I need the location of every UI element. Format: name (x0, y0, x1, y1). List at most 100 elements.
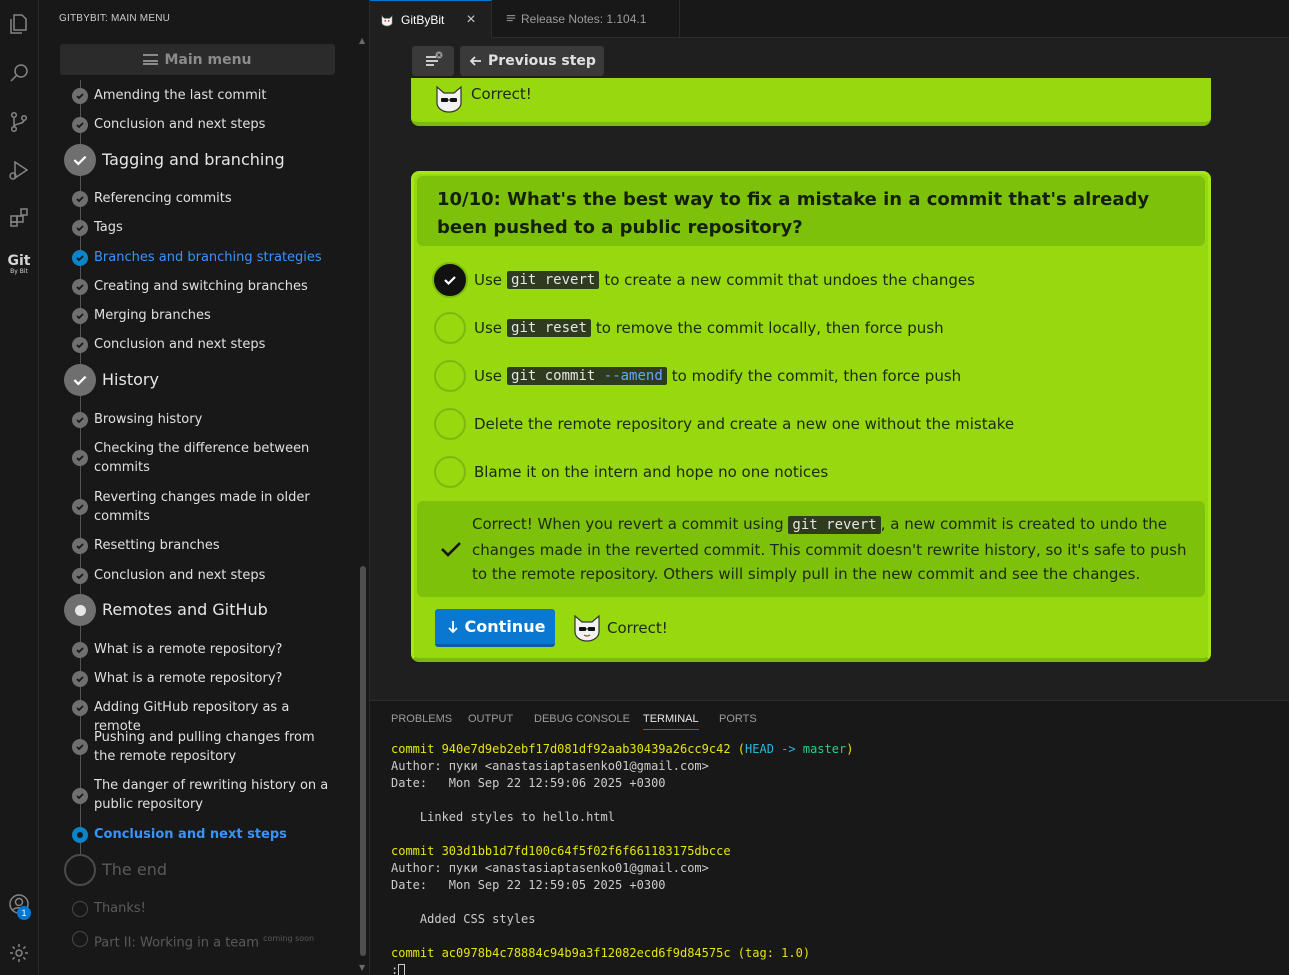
correct-text: Correct! (607, 619, 668, 637)
section-title[interactable]: Remotes and GitHub (102, 600, 268, 619)
source-control-icon[interactable] (3, 106, 35, 138)
tab-release-notes[interactable]: Release Notes: 1.104.1 (492, 0, 680, 38)
lesson-item[interactable]: Browsing history (94, 410, 334, 429)
lesson-item-active[interactable]: Branches and branching strategies (94, 248, 334, 267)
lesson-item-current[interactable]: Conclusion and next steps (94, 825, 334, 844)
check-icon (72, 308, 88, 324)
question-card: 10/10: What's the best way to fix a mist… (411, 171, 1211, 662)
section-check-icon (64, 364, 96, 396)
tab-terminal[interactable]: TERMINAL (643, 713, 699, 730)
menu-icon (426, 51, 443, 66)
date-line: Date: Mon Sep 22 12:59:05 2025 +0300 (391, 878, 666, 892)
lesson-item[interactable]: Referencing commits (94, 189, 334, 208)
previous-step-button[interactable]: Previous step (460, 46, 604, 76)
radio-unchecked[interactable] (434, 360, 466, 392)
commit-line: commit ac0978b4c78884c94b9a3f12082ecd6f9… (391, 946, 731, 960)
check-icon (72, 642, 88, 658)
sidebar-scrollbar[interactable]: ▲ ▼ (357, 36, 369, 975)
previous-correct-text: Correct! (471, 85, 532, 103)
commit-line: commit 303d1bb1d7fd100c64f5f02f6f6611831… (391, 844, 731, 858)
lesson-item[interactable]: Resetting branches (94, 536, 334, 555)
tab-problems[interactable]: PROBLEMS (391, 713, 452, 725)
lesson-item[interactable]: Amending the last commit (94, 86, 334, 105)
check-icon (72, 191, 88, 207)
cat-mascot-icon (436, 85, 462, 113)
lesson-item[interactable]: Conclusion and next steps (94, 566, 334, 585)
answer-option[interactable]: Use git reset to remove the commit locally… (434, 311, 1194, 345)
gitbybit-logo[interactable]: Git By Bit (4, 254, 34, 276)
scroll-thumb[interactable] (360, 566, 366, 956)
document-icon (506, 15, 516, 22)
check-icon (72, 220, 88, 236)
section-title[interactable]: Tagging and branching (102, 150, 285, 169)
accounts-badge: 1 (17, 906, 31, 920)
check-icon (72, 117, 88, 133)
lesson-item[interactable]: The danger of rewriting history on a pub… (94, 776, 334, 814)
section-title[interactable]: History (102, 370, 159, 389)
answer-option[interactable]: Blame it on the intern and hope no one n… (434, 455, 1194, 489)
author-line: Author: пуки <anastasiaptasenko01@gmail.… (391, 759, 709, 773)
radio-unchecked[interactable] (434, 312, 466, 344)
settings-icon[interactable] (3, 937, 35, 969)
radio-unchecked[interactable] (434, 408, 466, 440)
commit-message: Added CSS styles (391, 912, 536, 926)
question-title: 10/10: What's the best way to fix a mist… (437, 189, 1150, 238)
lesson-item[interactable]: Reverting changes made in older commits (94, 488, 334, 526)
current-lesson-icon (72, 827, 88, 843)
check-icon (72, 337, 88, 353)
lesson-item[interactable]: Thanks! (94, 899, 334, 918)
answer-option[interactable]: Use git commit --amend to modify the commi… (434, 359, 1194, 393)
question-header: 10/10: What's the best way to fix a mist… (417, 176, 1205, 246)
search-icon[interactable] (3, 57, 35, 89)
lesson-item[interactable]: Part II: Working in a team coming soon (94, 929, 334, 952)
feedback-text: Correct! When you revert a commit using … (472, 515, 1187, 583)
sidebar: GITBYBIT: MAIN MENU Main menu Amending t… (39, 0, 370, 975)
commit-line: commit 940e7d9eb2ebf17d081df92aab30439a2… (391, 742, 731, 756)
close-icon[interactable]: × (466, 11, 475, 29)
answer-option[interactable]: Delete the remote repository and create … (434, 407, 1194, 441)
check-icon (72, 88, 88, 104)
terminal-output[interactable]: commit 940e7d9eb2ebf17d081df92aab30439a2… (391, 741, 1281, 975)
lesson-item[interactable]: Pushing and pulling changes from the rem… (94, 728, 334, 766)
continue-button[interactable]: Continue (435, 609, 555, 647)
section-empty-icon (64, 854, 96, 886)
radio-unchecked[interactable] (434, 456, 466, 488)
check-icon (72, 671, 88, 687)
run-debug-icon[interactable] (3, 154, 35, 186)
vscode-window: Git By Bit 1 GITBYBIT: MAIN MENU Main men… (0, 0, 1289, 975)
lesson-item[interactable]: Merging branches (94, 306, 334, 325)
check-icon (72, 450, 88, 466)
check-icon (72, 538, 88, 554)
check-icon (72, 568, 88, 584)
tag-ref: (tag: 1.0) (737, 946, 811, 960)
radio-checked[interactable] (434, 264, 466, 296)
lesson-item[interactable]: Checking the difference between commits (94, 439, 334, 477)
lesson-item[interactable]: Conclusion and next steps (94, 115, 334, 134)
extensions-icon[interactable] (3, 202, 35, 234)
section-check-icon (64, 144, 96, 176)
section-title[interactable]: The end (102, 860, 167, 879)
check-icon (72, 499, 88, 515)
tab-debug-console[interactable]: DEBUG CONSOLE (534, 713, 630, 725)
check-icon (72, 412, 88, 428)
tab-ports[interactable]: PORTS (719, 713, 757, 725)
empty-circle-icon (72, 901, 88, 917)
lesson-item[interactable]: What is a remote repository? (94, 669, 334, 688)
lesson-item[interactable]: Tags (94, 218, 334, 237)
check-icon (444, 276, 456, 286)
menu-toggle-button[interactable] (412, 46, 454, 76)
lesson-item[interactable]: Conclusion and next steps (94, 335, 334, 354)
answer-option[interactable]: Use git revert to create a new commit that… (434, 263, 1194, 297)
lesson-item[interactable]: What is a remote repository? (94, 640, 334, 659)
date-line: Date: Mon Sep 22 12:59:06 2025 +0300 (391, 776, 666, 790)
commit-message: Linked styles to hello.html (391, 810, 615, 824)
scroll-down-icon[interactable]: ▼ (359, 963, 365, 972)
scroll-up-icon[interactable]: ▲ (359, 36, 365, 45)
explorer-icon[interactable] (3, 8, 35, 40)
lesson-item[interactable]: Creating and switching branches (94, 277, 334, 296)
arrow-left-icon (469, 56, 482, 66)
terminal-prompt: : (391, 963, 399, 975)
tab-gitbybit[interactable]: GitByBit × (370, 0, 492, 38)
section-progress-icon (64, 594, 96, 626)
tab-output[interactable]: OUTPUT (468, 713, 513, 725)
